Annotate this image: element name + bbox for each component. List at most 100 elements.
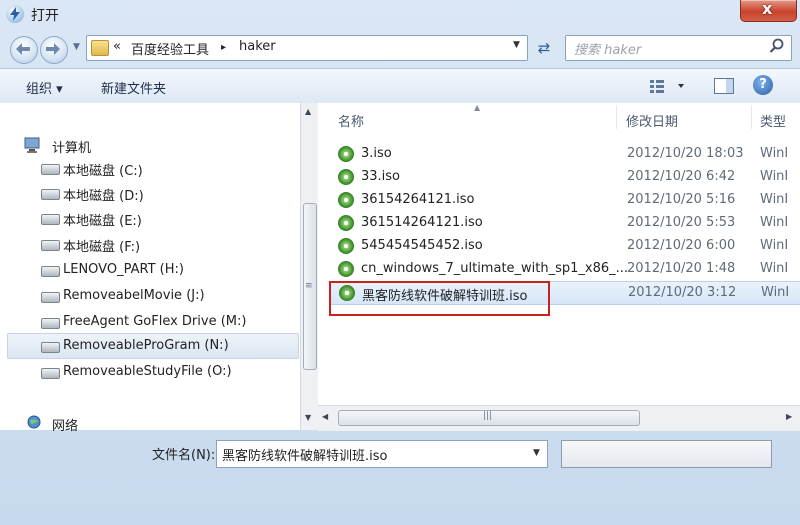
sort-ascending-icon: ▲	[474, 103, 481, 112]
filename-field[interactable]: 黑客防线软件破解特训班.iso ▼	[216, 440, 548, 468]
sidebar-item-label: RemoveabelMovie (J:)	[63, 288, 205, 303]
sidebar-item-drive[interactable]: 本地磁盘 (D:)	[8, 181, 298, 205]
sidebar-item-computer[interactable]: 计算机	[8, 133, 298, 157]
sidebar-item-drive[interactable]: 本地磁盘 (F:)	[8, 232, 298, 256]
folder-icon	[91, 40, 109, 56]
file-type: WinI	[760, 146, 789, 161]
file-name: 33.iso	[361, 169, 401, 184]
file-date: 2012/10/20 6:00	[627, 238, 736, 253]
sidebar-item-drive[interactable]: LENOVO_PART (H:)	[8, 258, 298, 282]
file-type: WinI	[760, 192, 789, 207]
help-icon[interactable]: ?	[753, 75, 773, 95]
file-type: WinI	[761, 285, 790, 300]
sidebar-item-label: 本地磁盘 (D:)	[63, 189, 144, 204]
organize-button[interactable]: 组织 ▾	[26, 78, 63, 97]
sidebar-item-drive[interactable]: 本地磁盘 (E:)	[8, 206, 298, 230]
sidebar-item-network[interactable]: 网络	[8, 411, 298, 435]
file-type-filter[interactable]	[561, 440, 772, 468]
drive-icon	[41, 189, 60, 200]
file-type: WinI	[760, 261, 789, 276]
drive-icon	[41, 214, 60, 225]
sidebar-item-label: 本地磁盘 (E:)	[63, 214, 142, 229]
file-row[interactable]: 545454545452.iso 2012/10/20 6:00 WinI	[330, 235, 800, 257]
search-icon[interactable]	[769, 38, 785, 58]
scroll-right-icon[interactable]: ▶	[786, 412, 792, 421]
sidebar-item-drive[interactable]: RemoveableStudyFile (O:)	[8, 360, 298, 384]
new-folder-button[interactable]: 新建文件夹	[101, 78, 166, 97]
disc-image-icon	[338, 238, 354, 254]
open-dialog: 打开 x ▼ « 百度经验工具 ▸ haker ▼ ⇄ 搜索 haker 组织 …	[0, 0, 800, 525]
toolbar: 组织 ▾ 新建文件夹 ?	[0, 68, 800, 104]
sidebar-item-label: RemoveableProGram (N:)	[63, 338, 229, 353]
file-row[interactable]: cn_windows_7_ultimate_with_sp1_x86_... 20…	[330, 258, 800, 280]
address-bar[interactable]: « 百度经验工具 ▸ haker ▼	[86, 35, 528, 61]
sidebar-item-drive[interactable]: 本地磁盘 (C:)	[8, 156, 298, 180]
file-date: 2012/10/20 5:16	[627, 192, 736, 207]
breadcrumb-item[interactable]: 百度经验工具	[131, 39, 209, 58]
forward-button[interactable]	[40, 36, 68, 64]
file-name: 545454545452.iso	[361, 238, 483, 253]
disc-image-icon	[338, 215, 354, 231]
column-header-name[interactable]: 名称	[338, 111, 364, 130]
drive-icon	[41, 342, 60, 353]
history-dropdown-icon[interactable]: ▼	[73, 42, 80, 52]
scroll-down-icon[interactable]: ▼	[305, 413, 311, 422]
drive-icon	[41, 368, 60, 379]
file-date: 2012/10/20 6:42	[627, 169, 736, 184]
back-button[interactable]	[10, 36, 38, 64]
refresh-icon[interactable]: ⇄	[532, 36, 556, 60]
file-row[interactable]: 36154264121.iso 2012/10/20 5:16 WinI	[330, 189, 800, 211]
drive-icon	[41, 318, 60, 329]
sidebar-item-label: 本地磁盘 (C:)	[63, 164, 143, 179]
close-icon: x	[762, 0, 773, 18]
file-date: 2012/10/20 3:12	[628, 285, 737, 300]
sidebar-item-drive[interactable]: FreeAgent GoFlex Drive (M:)	[8, 310, 298, 334]
file-name: 36154264121.iso	[361, 192, 475, 207]
file-name: 361514264121.iso	[361, 215, 483, 230]
lightning-icon	[6, 5, 24, 23]
search-input[interactable]: 搜索 haker	[574, 39, 641, 58]
file-name: 3.iso	[361, 146, 392, 161]
breadcrumb-separator[interactable]: ▸	[221, 42, 226, 53]
disc-image-icon	[338, 261, 354, 277]
disc-image-icon	[338, 169, 354, 185]
sidebar-item-drive[interactable]: RemoveabelMovie (J:)	[8, 284, 298, 308]
forward-arrow-icon	[46, 43, 60, 55]
column-separator[interactable]	[751, 105, 752, 129]
chevron-down-icon[interactable]: ▼	[533, 448, 540, 458]
column-header-type[interactable]: 类型	[760, 111, 786, 130]
file-row[interactable]: 3.iso 2012/10/20 18:03 WinI	[330, 143, 800, 165]
window-title: 打开	[31, 8, 59, 24]
drive-icon	[41, 266, 60, 277]
file-list: ▲ 名称 修改日期 类型 3.iso 2012/10/20 18:03 WinI 3…	[318, 103, 800, 405]
scroll-left-icon[interactable]: ◀	[322, 412, 328, 421]
back-arrow-icon	[16, 43, 30, 55]
grip-icon: ≡	[305, 281, 313, 291]
breadcrumb-item[interactable]: haker	[239, 39, 276, 54]
scroll-up-icon[interactable]: ▲	[305, 107, 311, 116]
view-options-icon[interactable]	[650, 79, 686, 97]
title-bar: 打开 x	[0, 0, 800, 28]
file-row[interactable]: 361514264121.iso 2012/10/20 5:53 WinI	[330, 212, 800, 234]
preview-pane-icon[interactable]	[714, 78, 734, 94]
column-separator[interactable]	[616, 105, 617, 129]
drive-icon	[41, 240, 60, 251]
file-type: WinI	[760, 215, 789, 230]
navigation-scrollbar[interactable]: ▲ ≡ ▼	[300, 103, 318, 430]
close-button[interactable]: x	[740, 0, 797, 22]
sidebar-item-label: LENOVO_PART (H:)	[63, 262, 184, 277]
file-row[interactable]: 33.iso 2012/10/20 6:42 WinI	[330, 166, 800, 188]
breadcrumb-overflow[interactable]: «	[113, 39, 121, 54]
sidebar-item-label: 本地磁盘 (F:)	[63, 240, 141, 255]
drive-icon	[41, 164, 60, 175]
drive-icon	[41, 292, 60, 303]
sidebar-item-label: RemoveableStudyFile (O:)	[63, 364, 232, 379]
disc-image-icon	[338, 192, 354, 208]
address-dropdown-icon[interactable]: ▼	[513, 40, 520, 50]
sidebar-item-drive-selected[interactable]: RemoveableProGram (N:)	[7, 333, 299, 359]
filename-value[interactable]: 黑客防线软件破解特训班.iso	[222, 445, 387, 464]
search-box[interactable]: 搜索 haker	[565, 35, 792, 61]
column-header-date[interactable]: 修改日期	[626, 111, 678, 130]
file-list-scrollbar[interactable]: ◀ ||| ▶	[318, 405, 800, 431]
file-type: WinI	[760, 238, 789, 253]
